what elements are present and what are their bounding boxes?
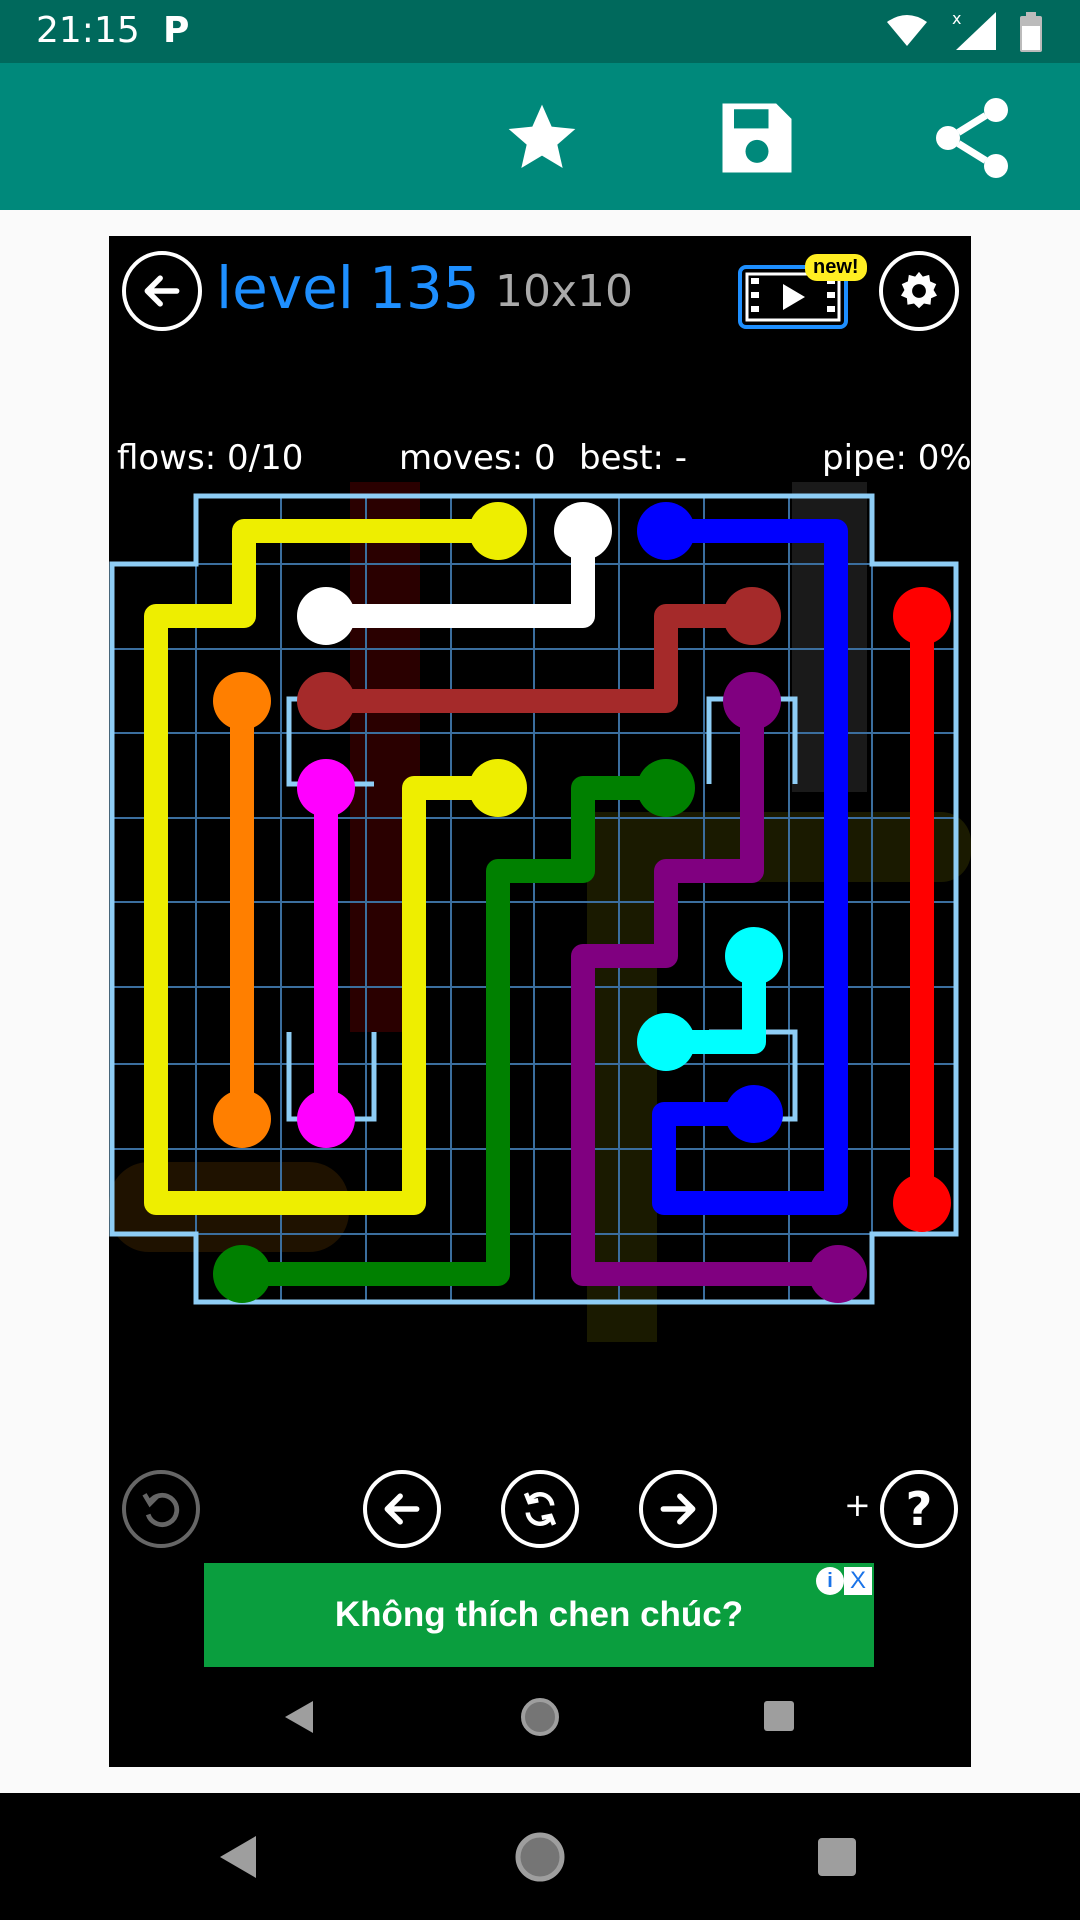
undo-button[interactable]	[122, 1470, 200, 1548]
gear-icon	[900, 271, 938, 309]
hint-button[interactable]: ?	[880, 1470, 958, 1548]
level-number: 135	[369, 254, 480, 322]
restart-button[interactable]	[501, 1470, 579, 1548]
game-screenshot: level 135 10x10 new! flows: 0/10 moves: …	[109, 236, 971, 1767]
recents-icon	[764, 1701, 794, 1731]
back-icon	[220, 1835, 256, 1878]
ad-text: Không thích chen chúc?	[334, 1595, 744, 1634]
app-badge-icon: P	[163, 10, 190, 51]
arrow-left-icon	[144, 275, 180, 307]
save-icon	[722, 103, 792, 173]
signal-icon: x	[952, 10, 996, 50]
refresh-icon	[523, 1492, 557, 1526]
home-icon	[521, 1698, 559, 1736]
favorite-button[interactable]	[487, 83, 597, 193]
new-badge: new!	[805, 254, 867, 281]
nav-home-button[interactable]	[480, 1793, 600, 1920]
video-button[interactable]: new!	[737, 254, 867, 330]
share-button[interactable]	[917, 83, 1027, 193]
best-stat: best: -	[579, 438, 688, 478]
hint-plus: +	[844, 1486, 871, 1524]
arrow-right-icon	[660, 1493, 696, 1525]
app-bar	[0, 63, 1080, 210]
previous-level-button[interactable]	[363, 1470, 441, 1548]
undo-icon	[142, 1492, 180, 1527]
question-icon: ?	[905, 1482, 933, 1536]
recents-icon	[818, 1837, 856, 1876]
nav-back-button[interactable]	[178, 1793, 298, 1920]
inner-navigation-bar	[109, 1667, 971, 1767]
pipe-stat: pipe: 0%	[822, 438, 971, 478]
ad-banner[interactable]: Không thích chen chúc? i X	[204, 1563, 874, 1667]
next-level-button[interactable]	[639, 1470, 717, 1548]
arrow-left-icon	[384, 1493, 420, 1525]
svg-text:x: x	[952, 10, 961, 28]
back-icon	[285, 1701, 313, 1733]
share-icon	[936, 98, 1008, 178]
battery-icon	[1020, 12, 1042, 52]
star-icon	[508, 104, 576, 168]
ad-close-icon[interactable]: X	[844, 1567, 872, 1595]
status-bar: 21:15 P x	[0, 0, 1080, 63]
grid-size: 10x10	[495, 266, 634, 317]
wifi-icon	[887, 15, 927, 46]
status-time: 21:15	[36, 10, 140, 51]
save-button[interactable]	[702, 83, 812, 193]
settings-button[interactable]	[879, 251, 959, 331]
level-label: level	[216, 254, 354, 322]
moves-stat: moves: 0	[399, 438, 556, 478]
game-board[interactable]	[109, 482, 971, 1342]
nav-recents-button[interactable]	[777, 1793, 897, 1920]
flows-stat: flows: 0/10	[117, 438, 304, 478]
game-back-button[interactable]	[122, 251, 202, 331]
ad-info-icon[interactable]: i	[816, 1567, 844, 1595]
home-icon	[515, 1832, 565, 1881]
system-navigation-bar	[0, 1793, 1080, 1920]
